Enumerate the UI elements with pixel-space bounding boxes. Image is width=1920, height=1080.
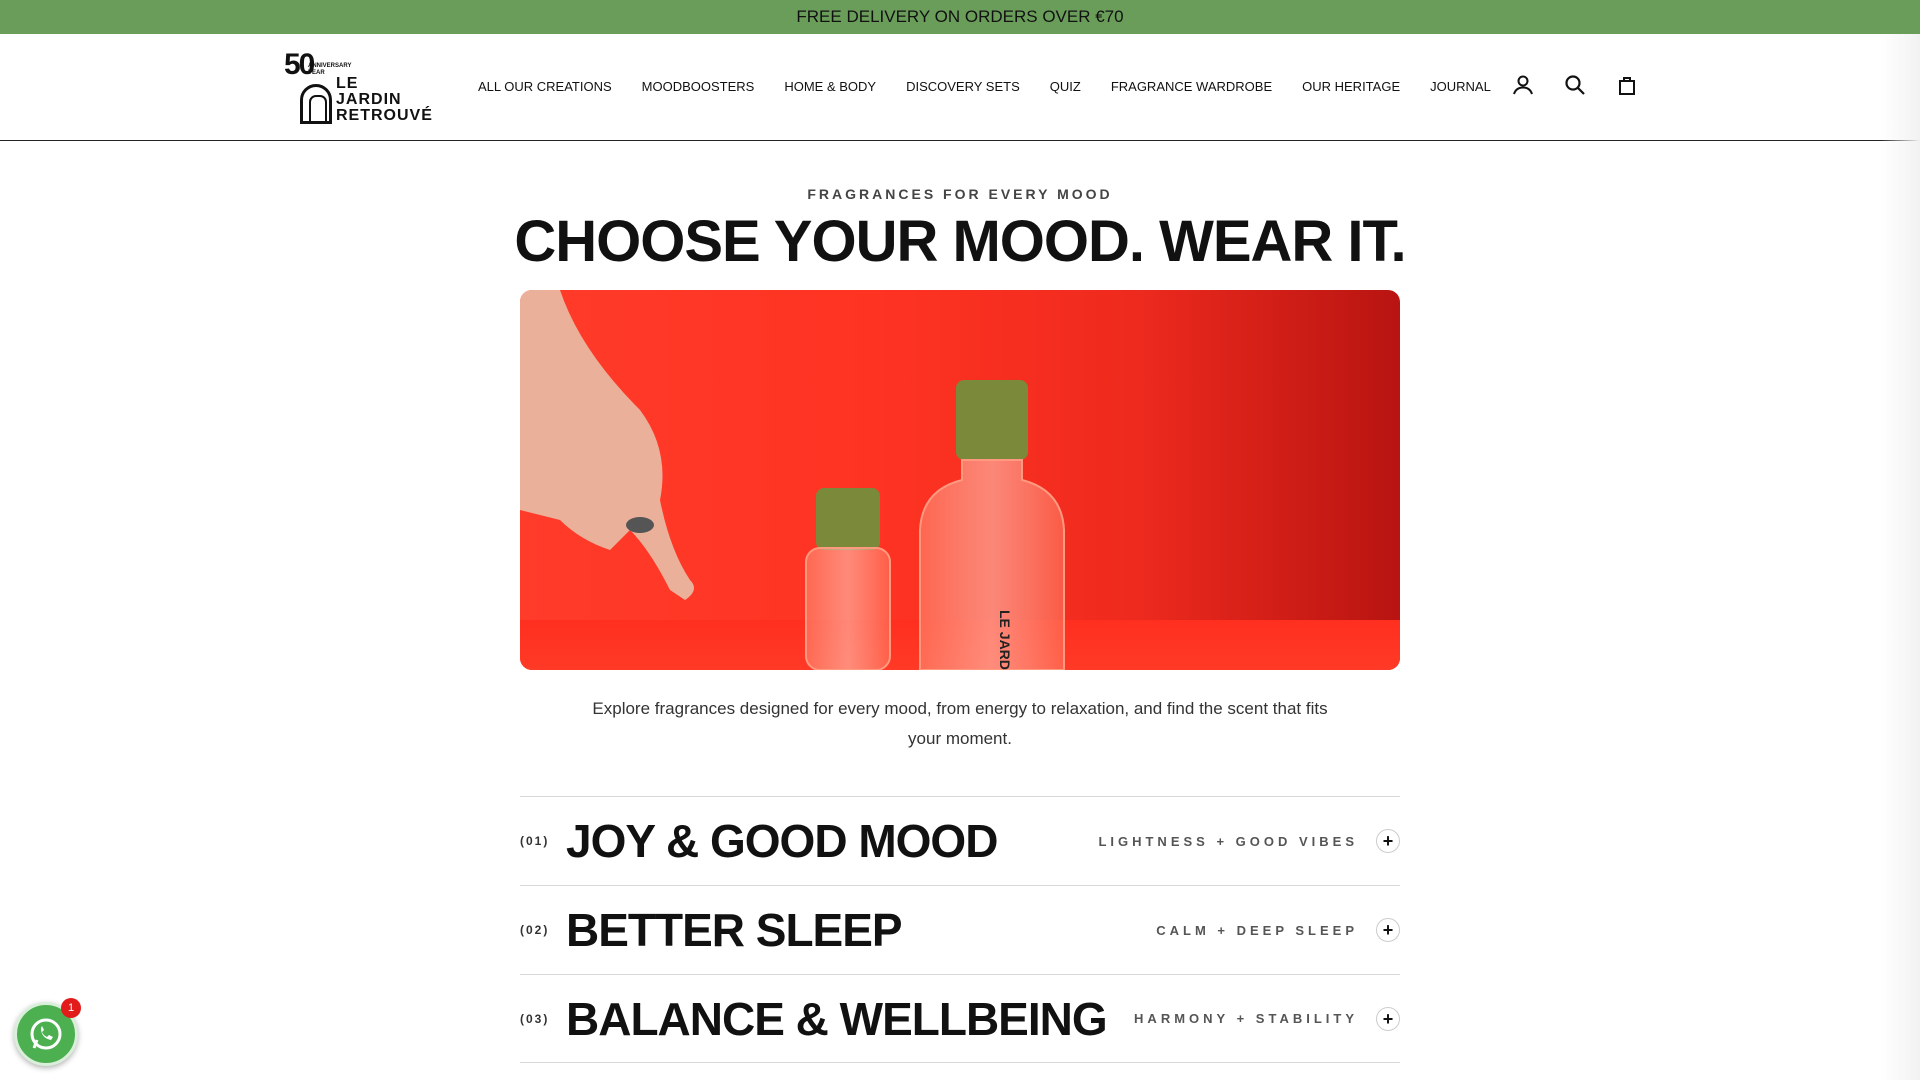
search-icon[interactable]	[1564, 74, 1586, 96]
hand-image	[520, 290, 694, 600]
mood-number: (03)	[520, 1011, 550, 1026]
nav-item-all-our-creations[interactable]: ALL OUR CREATIONS	[478, 79, 612, 94]
mood-tagline: HARMONY + STABILITY	[1134, 1011, 1358, 1026]
nav-item-discovery-sets[interactable]: DISCOVERY SETS	[906, 79, 1020, 94]
whatsapp-icon	[30, 1018, 62, 1050]
nav-item-fragrance-wardrobe[interactable]: FRAGRANCE WARDROBE	[1111, 79, 1272, 94]
section-eyebrow: FRAGRANCES FOR EVERY MOOD	[807, 186, 1113, 202]
bottle-label: LE JARDIN RETROUVÉ	[997, 610, 1013, 670]
mood-tagline: LIGHTNESS + GOOD VIBES	[1098, 833, 1358, 849]
mood-row-joy[interactable]: (01) JOY & GOOD MOOD LIGHTNESS + GOOD VI…	[520, 796, 1400, 885]
large-bottle-cap	[956, 380, 1028, 460]
mood-row-sleep[interactable]: (02) BETTER SLEEP CALM + DEEP SLEEP +	[520, 885, 1400, 974]
nav-item-our-heritage[interactable]: OUR HERITAGE	[1302, 79, 1400, 94]
mood-number: (02)	[520, 923, 550, 937]
intro-text: Explore fragrances designed for every mo…	[592, 699, 1328, 748]
hero-video[interactable]: LE JARDIN RETROUVÉ	[520, 290, 1400, 670]
announcement-text: FREE DELIVERY ON ORDERS OVER €70	[796, 7, 1124, 26]
plus-icon[interactable]: +	[1376, 1006, 1400, 1031]
site-header: 50 ANNIVERSARY YEAR LE JARDIN RETROUVÉ A…	[0, 34, 1920, 141]
nav-item-quiz[interactable]: QUIZ	[1050, 79, 1081, 94]
cart-icon[interactable]	[1616, 74, 1638, 96]
notification-badge: 1	[61, 998, 81, 1018]
mood-row-balance[interactable]: (03) BALANCE & WELLBEING HARMONY + STABI…	[520, 974, 1400, 1063]
page-edge-shadow	[1880, 34, 1920, 1080]
mood-title: BETTER SLEEP	[566, 904, 903, 956]
main-navigation: ALL OUR CREATIONS MOODBOOSTERS HOME & BO…	[478, 34, 1521, 139]
small-bottle	[805, 547, 891, 670]
brand-logo[interactable]: 50 ANNIVERSARY YEAR LE JARDIN RETROUVÉ	[284, 48, 436, 124]
mood-tagline: CALM + DEEP SLEEP	[1156, 922, 1358, 938]
mood-number: (01)	[520, 834, 550, 848]
ring-image	[626, 517, 654, 533]
logo-arch-emblem	[300, 84, 332, 124]
mood-accordion: (01) JOY & GOOD MOOD LIGHTNESS + GOOD VI…	[520, 796, 1400, 1063]
nav-item-home-body[interactable]: HOME & BODY	[784, 79, 876, 94]
account-icon[interactable]	[1512, 74, 1534, 96]
nav-item-moodboosters[interactable]: MOODBOOSTERS	[642, 79, 755, 94]
announcement-bar: FREE DELIVERY ON ORDERS OVER €70	[0, 0, 1920, 34]
plus-icon[interactable]: +	[1376, 829, 1400, 853]
brand-name: LE JARDIN RETROUVÉ	[336, 75, 433, 124]
page-headline: CHOOSE YOUR MOOD. WEAR IT.	[514, 209, 1406, 274]
nav-item-journal[interactable]: JOURNAL	[1430, 79, 1491, 94]
header-actions	[1512, 74, 1638, 96]
hero-illustration: LE JARDIN RETROUVÉ	[520, 290, 1400, 670]
small-bottle-cap	[816, 488, 880, 550]
large-bottle	[919, 459, 1065, 670]
plus-icon[interactable]: +	[1376, 918, 1400, 942]
mood-title: BALANCE & WELLBEING	[566, 992, 1108, 1045]
mood-title: JOY & GOOD MOOD	[566, 815, 998, 867]
